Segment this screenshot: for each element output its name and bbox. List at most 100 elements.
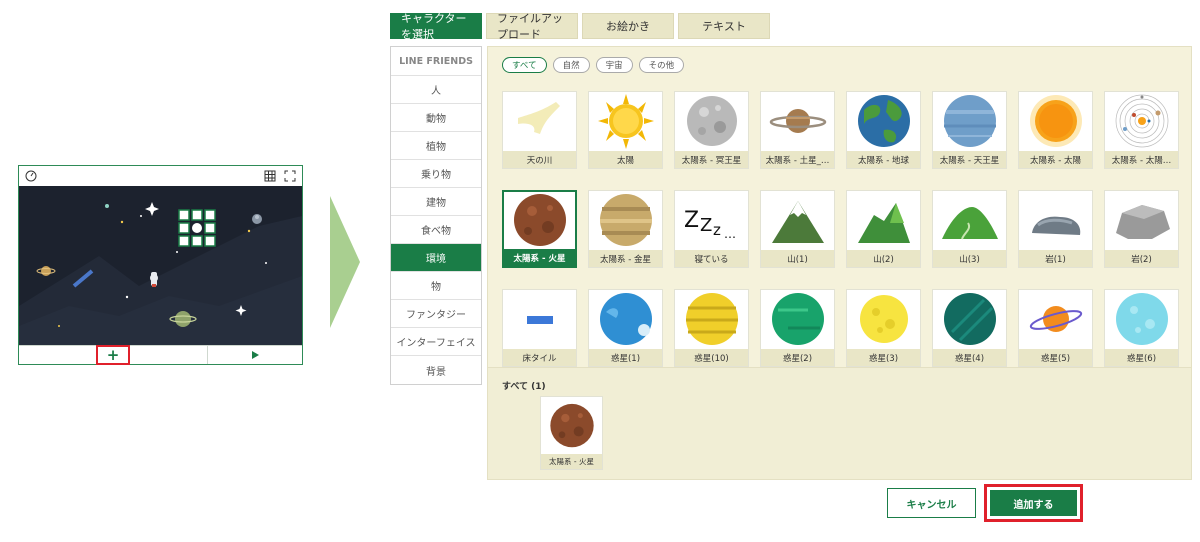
tab-file-upload[interactable]: ファイルアップロード — [486, 12, 578, 41]
character-card[interactable]: 太陽系 - 火星 — [502, 190, 577, 268]
character-label: 床タイル — [503, 349, 576, 366]
filter-other[interactable]: その他 — [638, 57, 685, 73]
character-panel: すべて 自然 宇宙 その他 天の川 太陽 太陽系 - 冥王星 太陽系 - 土星_… — [487, 46, 1192, 480]
filter-all[interactable]: すべて — [502, 57, 547, 73]
category-line-friends[interactable]: LINE FRIENDS — [391, 47, 481, 76]
character-card[interactable]: 太陽系 - 土星_… — [760, 91, 835, 169]
mountain-3-icon — [941, 207, 998, 240]
category-fantasy[interactable]: ファンタジー — [391, 300, 481, 328]
selection-handles[interactable] — [177, 209, 216, 248]
category-interface[interactable]: インターフェイス — [391, 328, 481, 356]
character-label: 惑星(2) — [761, 349, 834, 366]
tab-select-character[interactable]: キャラクターを選択 — [390, 12, 482, 41]
category-vehicles[interactable]: 乗り物 — [391, 160, 481, 188]
character-card[interactable]: 岩(1) — [1018, 190, 1093, 268]
category-people[interactable]: 人 — [391, 76, 481, 104]
svg-text:Z: Z — [684, 208, 699, 233]
character-label: 太陽系 - 太陽… — [1105, 151, 1178, 168]
stage-canvas[interactable] — [19, 186, 302, 346]
character-card[interactable]: 惑星(2) — [760, 289, 835, 367]
speed-gauge-icon[interactable] — [25, 170, 37, 182]
category-environment[interactable]: 環境 — [391, 244, 481, 272]
category-buildings[interactable]: 建物 — [391, 188, 481, 216]
character-label: 太陽系 - 火星 — [504, 249, 575, 266]
character-card[interactable]: 惑星(6) — [1104, 289, 1179, 367]
character-card[interactable]: 惑星(1) — [588, 289, 663, 367]
character-card[interactable]: 太陽系 - 太陽… — [1104, 91, 1179, 169]
grid-icon[interactable] — [264, 170, 276, 182]
planet-1-icon — [599, 293, 652, 345]
character-card[interactable]: 惑星(3) — [846, 289, 921, 367]
character-label: 岩(1) — [1019, 250, 1092, 267]
character-card[interactable]: 惑星(5) — [1018, 289, 1093, 367]
filter-space[interactable]: 宇宙 — [595, 57, 633, 73]
tab-drawing[interactable]: お絵かき — [582, 13, 674, 39]
milky-way-icon — [517, 102, 560, 134]
character-label: 惑星(3) — [847, 349, 920, 366]
rock-2-icon — [1115, 205, 1170, 239]
character-card[interactable]: 床タイル — [502, 289, 577, 367]
character-label: 太陽系 - 金星 — [589, 250, 662, 267]
filter-nature[interactable]: 自然 — [552, 57, 590, 73]
character-card[interactable]: 山(2) — [846, 190, 921, 268]
character-label: 山(3) — [933, 250, 1006, 267]
character-label: 太陽系 - 太陽 — [1019, 151, 1092, 168]
floor-tile-icon — [526, 316, 553, 324]
character-card[interactable]: 太陽系 - 太陽 — [1018, 91, 1093, 169]
venus-icon — [599, 194, 652, 246]
character-label: 山(2) — [847, 250, 920, 267]
character-label: 惑星(6) — [1105, 349, 1178, 366]
character-card[interactable]: 太陽系 - 天王星 — [932, 91, 1007, 169]
category-food[interactable]: 食べ物 — [391, 216, 481, 244]
add-button-highlight: 追加する — [984, 484, 1083, 522]
character-card[interactable]: 惑星(10) — [674, 289, 749, 367]
category-plants[interactable]: 植物 — [391, 132, 481, 160]
selected-characters-area: すべて (1) 太陽系 - 火星 — [488, 367, 1191, 479]
selected-character-label: 太陽系 - 火星 — [541, 454, 602, 469]
planet-5-icon — [1029, 306, 1082, 332]
character-card[interactable]: 太陽系 - 地球 — [846, 91, 921, 169]
category-animals[interactable]: 動物 — [391, 104, 481, 132]
category-sidebar: LINE FRIENDS 人 動物 植物 乗り物 建物 食べ物 環境 物 ファン… — [390, 46, 482, 385]
character-card[interactable]: 太陽系 - 金星 — [588, 190, 663, 268]
character-card[interactable]: 天の川 — [502, 91, 577, 169]
mars-icon — [549, 403, 594, 447]
play-button[interactable] — [208, 346, 302, 364]
filter-chips: すべて 自然 宇宙 その他 — [502, 57, 685, 73]
stage-bottom-bar: + — [19, 344, 302, 365]
character-card[interactable]: 惑星(4) — [932, 289, 1007, 367]
character-card[interactable]: 岩(2) — [1104, 190, 1179, 268]
add-object-button[interactable]: + — [96, 344, 130, 365]
add-object-cell: + — [19, 344, 208, 365]
sleeping-zzz-icon: Z Zz… — [684, 208, 736, 241]
svg-text:…: … — [724, 227, 736, 241]
tab-text[interactable]: テキスト — [678, 13, 770, 39]
category-background[interactable]: 背景 — [391, 356, 481, 384]
svg-text:Z: Z — [700, 215, 712, 236]
earth-icon — [857, 95, 910, 147]
character-label: 太陽系 - 土星_… — [761, 151, 834, 168]
character-card[interactable]: 山(3) — [932, 190, 1007, 268]
stage-preview: + — [18, 165, 303, 365]
character-grid: 天の川 太陽 太陽系 - 冥王星 太陽系 - 土星_… 太陽系 - 地球 太陽系… — [502, 91, 1182, 369]
planet-4-icon — [943, 293, 996, 345]
character-card[interactable]: 山(1) — [760, 190, 835, 268]
fullscreen-icon[interactable] — [284, 170, 296, 182]
character-card[interactable]: 太陽 — [588, 91, 663, 169]
add-button[interactable]: 追加する — [990, 490, 1077, 516]
character-label: 太陽 — [589, 151, 662, 168]
pluto-icon — [686, 96, 737, 146]
sun-icon — [597, 94, 654, 149]
character-label: 山(1) — [761, 250, 834, 267]
character-card[interactable]: 太陽系 - 冥王星 — [674, 91, 749, 169]
character-label: 岩(2) — [1105, 250, 1178, 267]
character-label: 天の川 — [503, 151, 576, 168]
stage-toolbar — [19, 166, 302, 186]
selected-character-card[interactable]: 太陽系 - 火星 — [540, 396, 603, 470]
mountain-2-icon — [857, 203, 910, 243]
cancel-button[interactable]: キャンセル — [887, 488, 976, 518]
character-label: 太陽系 - 冥王星 — [675, 151, 748, 168]
arrow-right-icon — [330, 196, 360, 328]
category-objects[interactable]: 物 — [391, 272, 481, 300]
character-card[interactable]: Z Zz… 寝ている — [674, 190, 749, 268]
